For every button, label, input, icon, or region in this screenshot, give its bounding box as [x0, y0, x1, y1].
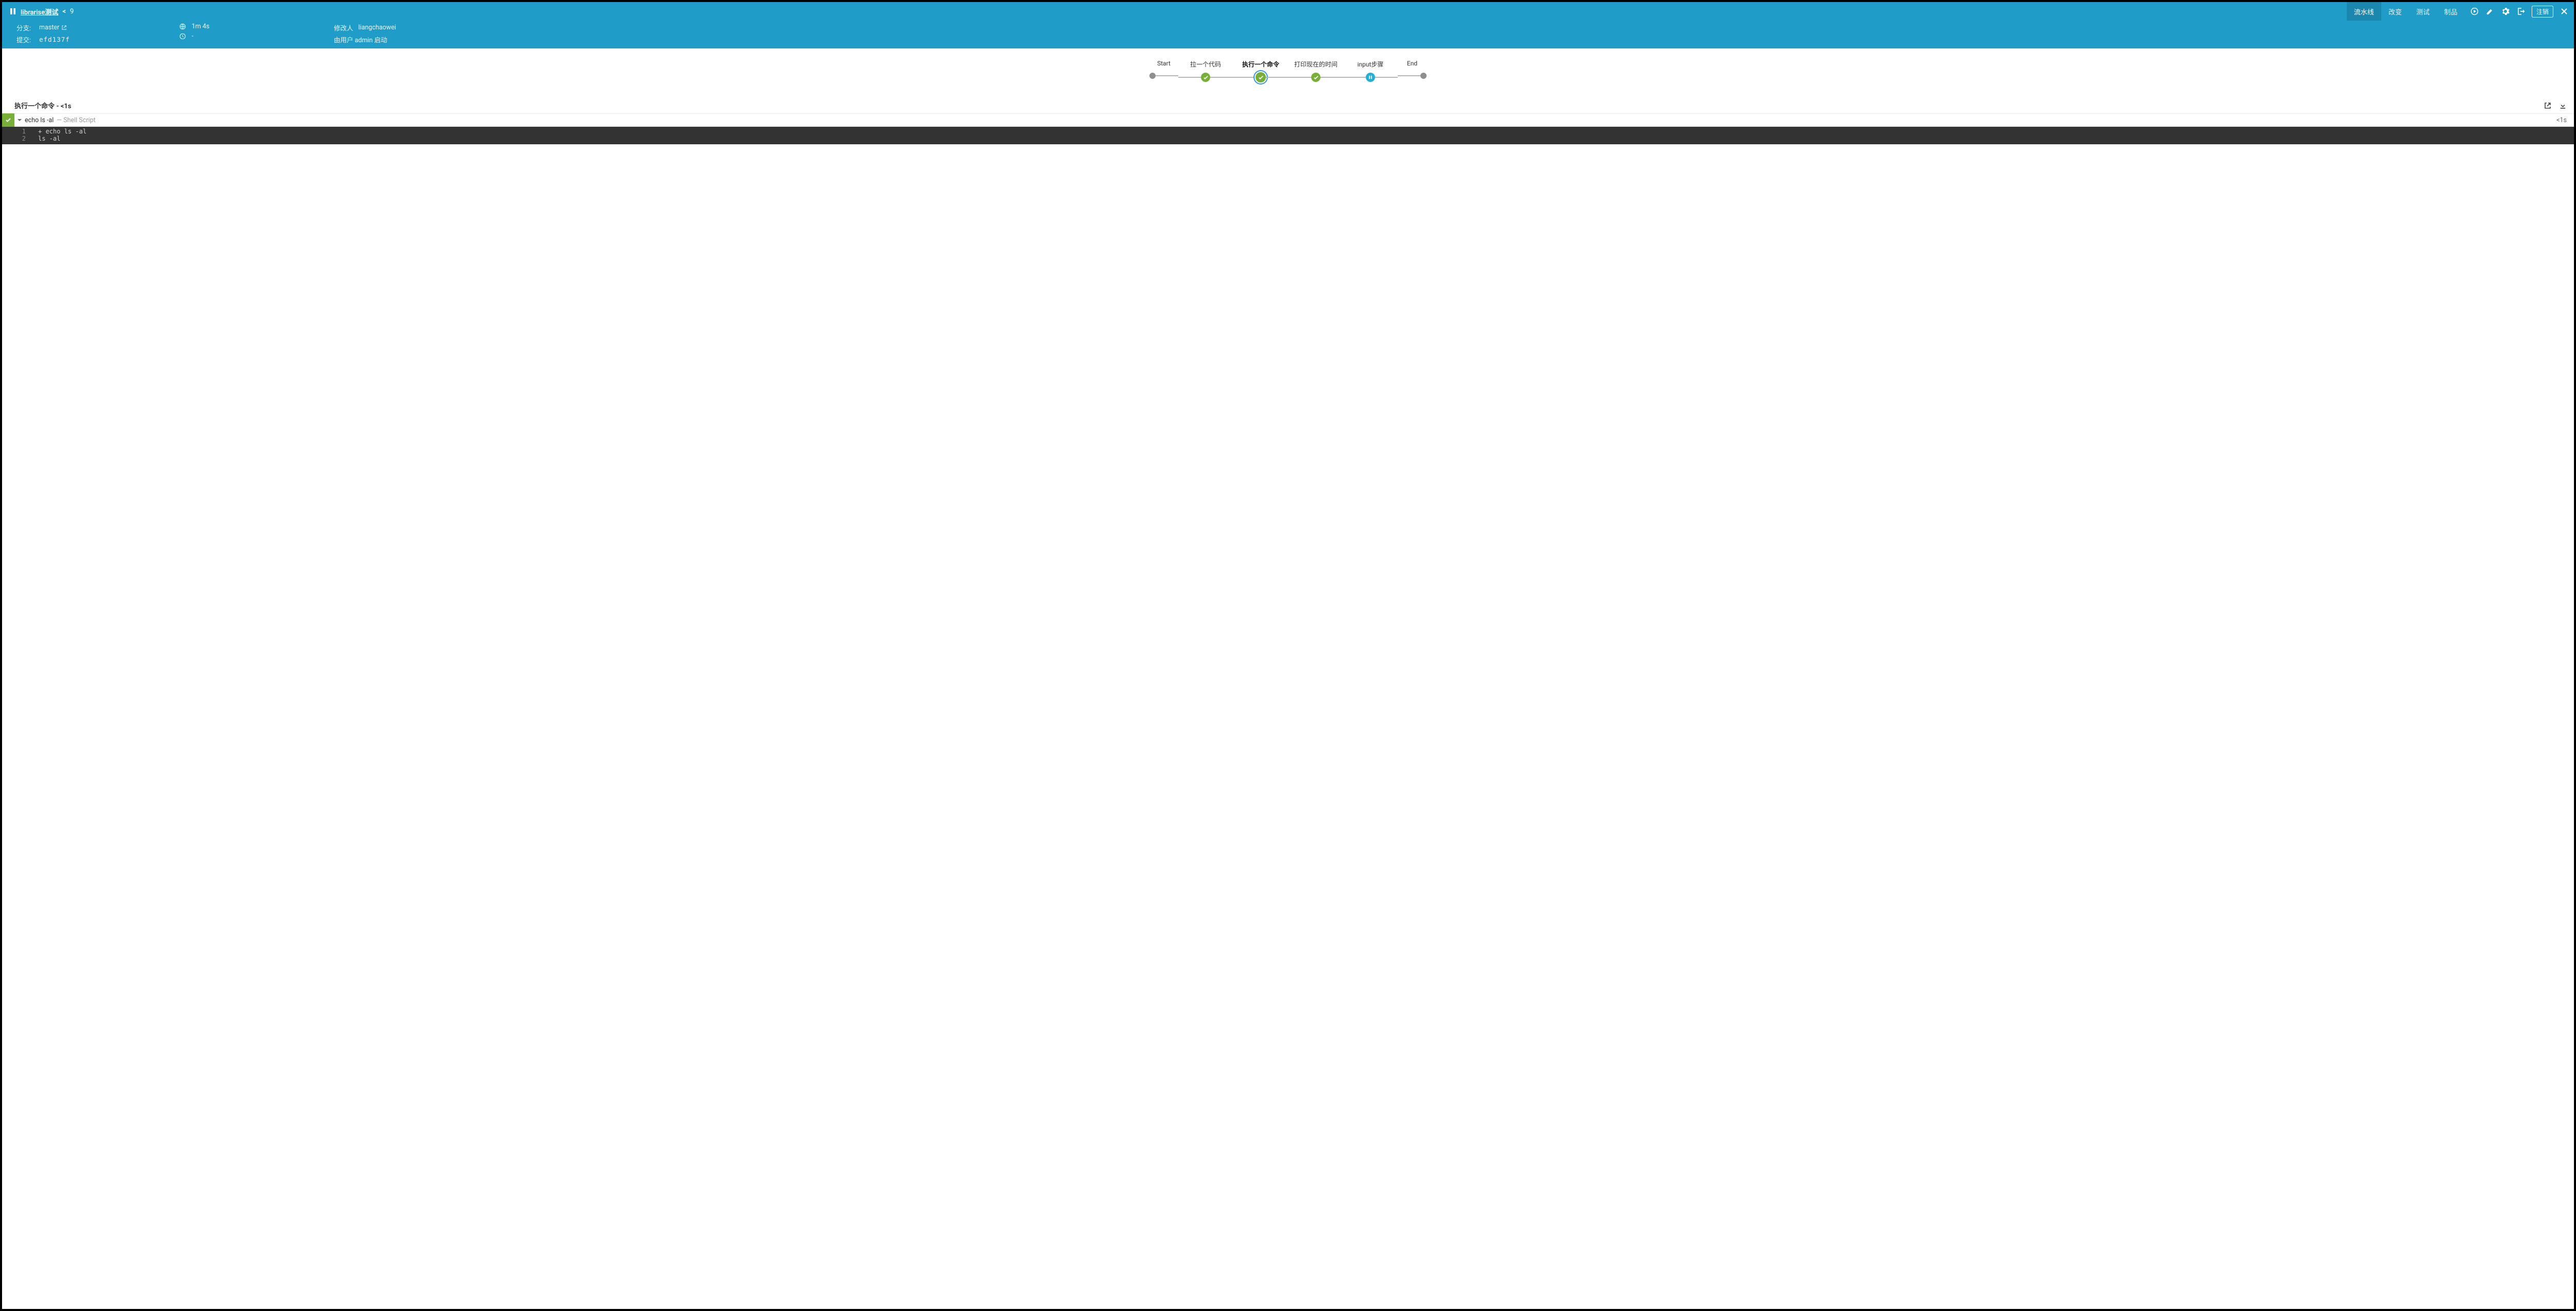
pipeline-title-link[interactable]: librarise测试 — [21, 7, 58, 16]
step-section: 执行一个命令 - <1s echo ls -al — Shell Script … — [2, 98, 2574, 1309]
commit-label: 提交: — [16, 35, 34, 44]
globe-icon — [179, 23, 187, 30]
stage-connector — [1289, 77, 1311, 78]
header-bar: librarise测试 < 9 流水线 改变 测试 制品 — [2, 2, 2574, 48]
stage-label: 拉一个代码 — [1190, 60, 1221, 69]
pipeline-stage[interactable]: 拉一个代码 — [1178, 60, 1233, 83]
header-top: librarise测试 < 9 流水线 改变 测试 制品 — [2, 2, 2574, 21]
rerun-icon[interactable] — [2470, 7, 2479, 16]
console-line: 1+ echo ls -al — [2, 128, 2574, 135]
stage-connector — [1343, 77, 1366, 78]
run-number: 9 — [70, 8, 74, 15]
started-by: 由用户 admin 启动 — [334, 35, 387, 44]
stage-node[interactable] — [1420, 73, 1427, 79]
open-external-icon[interactable] — [2544, 102, 2552, 110]
step-row[interactable]: echo ls -al — Shell Script <1s — [2, 113, 2574, 127]
console-line: 2ls -al — [2, 135, 2574, 142]
pause-icon — [9, 8, 16, 15]
exit-icon[interactable] — [2516, 7, 2526, 16]
gear-icon[interactable] — [2501, 7, 2510, 16]
header-tabs: 流水线 改变 测试 制品 — [2347, 2, 2465, 21]
commit-value: efd137f — [39, 36, 70, 43]
author-value: liangchaowei — [359, 24, 396, 31]
step-command: echo ls -al — [25, 116, 54, 124]
branch-value: master — [39, 24, 59, 31]
step-command-type: — Shell Script — [57, 116, 95, 124]
time-value: - — [192, 32, 193, 40]
stage-node[interactable] — [1149, 73, 1156, 79]
external-link-icon — [61, 25, 67, 30]
step-title: 执行一个命令 - <1s — [14, 100, 71, 110]
stage-node[interactable] — [1256, 72, 1266, 82]
pipeline-stage[interactable]: Start — [1149, 60, 1178, 81]
stage-label: 执行一个命令 — [1242, 60, 1279, 69]
tab-artifacts[interactable]: 制品 — [2437, 2, 2465, 21]
pipeline-stage[interactable]: 执行一个命令 — [1233, 60, 1289, 83]
stage-connector — [1266, 77, 1289, 78]
stage-connector — [1178, 77, 1201, 78]
branch-link[interactable]: master — [39, 24, 67, 31]
stage-connector — [1375, 77, 1398, 78]
stage-connector — [1398, 75, 1420, 76]
branch-label: 分支: — [16, 23, 34, 32]
tab-changes[interactable]: 改变 — [2381, 2, 2409, 21]
stage-connector — [1210, 77, 1233, 78]
clock-icon — [179, 33, 187, 40]
stage-label: End — [1407, 60, 1417, 67]
stage-node[interactable] — [1201, 73, 1210, 82]
logout-button[interactable]: 注销 — [2532, 6, 2553, 18]
chevron-left-icon: < — [62, 8, 66, 15]
stage-node[interactable] — [1311, 73, 1320, 82]
stage-label: 打印现在的时间 — [1294, 60, 1337, 69]
collapse-caret-icon[interactable] — [14, 117, 25, 123]
stage-connector — [1233, 77, 1256, 78]
download-icon[interactable] — [2559, 102, 2567, 110]
duration-value: 1m 4s — [192, 23, 210, 30]
pipeline-stage[interactable]: 打印现在的时间 — [1289, 60, 1343, 83]
tab-tests[interactable]: 测试 — [2409, 2, 2437, 21]
tab-pipeline[interactable]: 流水线 — [2347, 2, 2381, 21]
pipeline-graph: Start 拉一个代码 执行一个命令 打印现在的时间 input步骤 End — [2, 48, 2574, 98]
stage-label: input步骤 — [1358, 60, 1384, 69]
close-icon[interactable] — [2560, 7, 2569, 16]
step-duration: <1s — [2556, 116, 2574, 124]
stage-node[interactable] — [1366, 73, 1375, 82]
pipeline-stage[interactable]: input步骤 — [1343, 60, 1398, 83]
status-success-icon — [2, 113, 14, 127]
header-info: 分支: master 提交: efd137f 1m 4s — [2, 21, 2574, 48]
stage-connector — [1156, 75, 1178, 76]
console-output: 1+ echo ls -al2ls -al — [2, 127, 2574, 144]
pipeline-stage[interactable]: End — [1398, 60, 1427, 81]
stage-connector — [1320, 77, 1343, 78]
stage-label: Start — [1157, 60, 1171, 67]
author-label: 修改人 — [334, 23, 353, 32]
edit-icon[interactable] — [2485, 7, 2495, 16]
